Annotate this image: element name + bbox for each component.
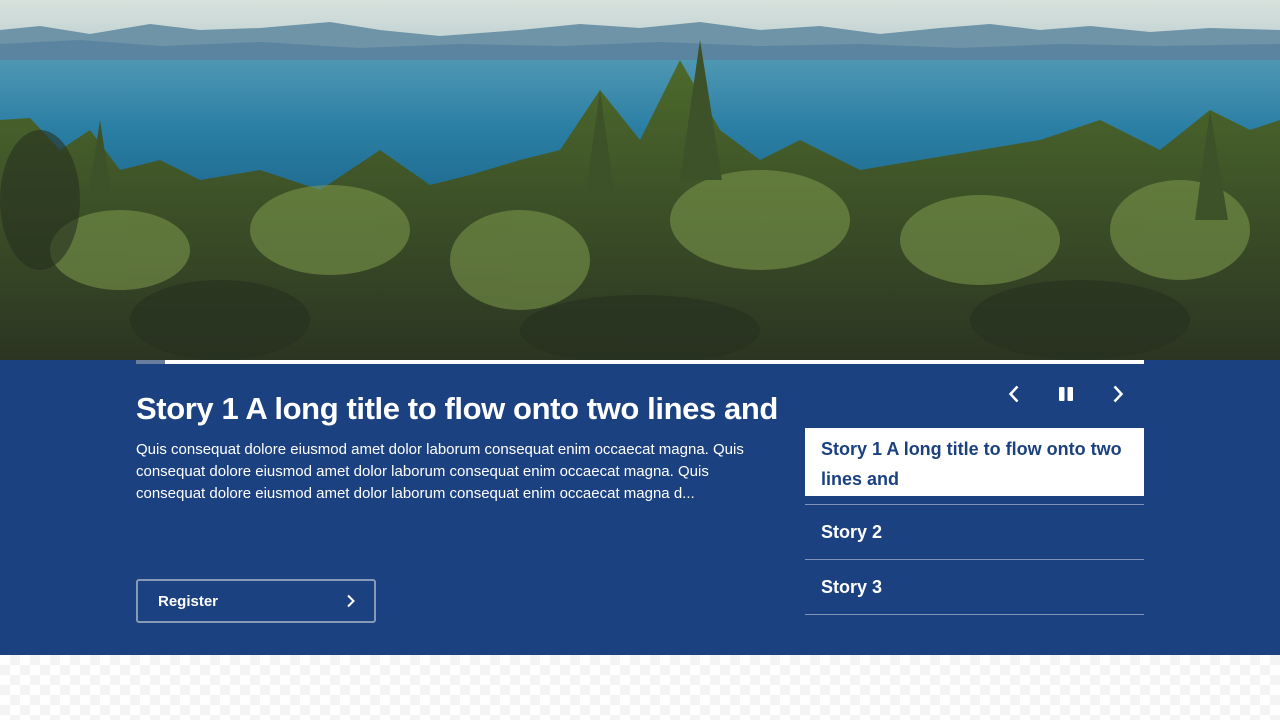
hero-image [0,0,1280,360]
story-list-item-2[interactable]: Story 2 [805,504,1144,559]
carousel-progress-track [136,360,1144,364]
chevron-right-icon [1112,385,1124,408]
story-list-item-1[interactable]: Story 1 A long title to flow onto two li… [805,428,1144,496]
pause-button[interactable] [1050,380,1082,412]
chevron-right-icon [346,594,356,608]
story-description: Quis consequat dolore eiusmod amet dolor… [136,441,744,502]
register-button-label: Register [158,592,219,610]
carousel-progress-fill [136,360,166,364]
story-list-item-3[interactable]: Story 3 [805,559,1144,615]
landscape-illustration [0,0,1280,360]
register-button[interactable]: Register [136,579,376,623]
page-background [0,655,1280,720]
story-title: Story 1 A long title to flow onto two li… [136,391,778,426]
chevron-left-icon [1008,385,1020,408]
story-list: Story 1 A long title to flow onto two li… [805,428,1144,615]
next-story-button[interactable] [1102,380,1134,412]
pause-icon [1058,386,1074,407]
previous-story-button[interactable] [998,380,1030,412]
